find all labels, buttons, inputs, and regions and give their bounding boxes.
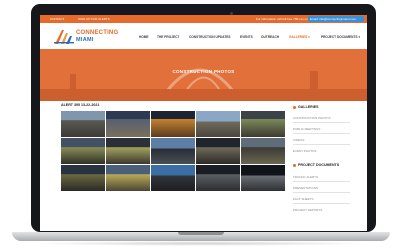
gallery-photo[interactable] xyxy=(61,138,105,164)
nav-the-project[interactable]: THE PROJECT xyxy=(157,35,179,39)
connecting-miami-logo[interactable]: CONNECTING MIAMI xyxy=(54,28,118,45)
gallery-photo[interactable] xyxy=(151,165,195,191)
nav-events[interactable]: EVENTS xyxy=(240,35,253,39)
divider xyxy=(293,203,350,204)
nav-galleries[interactable]: GALLERIES▾ xyxy=(289,35,310,39)
divider xyxy=(293,144,350,145)
nav-outreach[interactable]: OUTREACH xyxy=(261,35,279,39)
laptop-notch xyxy=(178,232,224,235)
gallery-photo[interactable] xyxy=(106,111,150,137)
email-link[interactable]: Email: info@connectingmiami.com xyxy=(308,16,364,22)
gallery-photo[interactable] xyxy=(106,165,150,191)
hero-bridge-image xyxy=(40,68,367,101)
gallery-photo[interactable] xyxy=(241,165,285,191)
bridge-logo-icon xyxy=(54,30,74,44)
gallery-photo[interactable] xyxy=(151,111,195,137)
galleries-heading: GALLERIES xyxy=(293,105,319,109)
nav-home[interactable]: HOME xyxy=(139,35,149,39)
browser-screen: CONTACT SIGN UP FOR ALERTS For informati… xyxy=(40,15,367,231)
divider xyxy=(293,192,350,193)
nav-project-documents-label: PROJECT DOCUMENTS xyxy=(321,35,358,39)
logo-text-top: CONNECTING xyxy=(76,30,119,36)
gallery-photo[interactable] xyxy=(61,165,105,191)
sidebar-link-construction-photos[interactable]: CONSTRUCTION PHOTOS xyxy=(293,116,331,120)
sidebar-link-project-reports[interactable]: PROJECT REPORTS xyxy=(293,208,322,212)
gallery-photo[interactable] xyxy=(196,138,240,164)
nav-galleries-label: GALLERIES xyxy=(289,35,308,39)
sidebar-link-presentations[interactable]: PRESENTATIONS xyxy=(293,186,318,190)
divider xyxy=(293,133,350,134)
hero-banner: CONSTRUCTION PHOTOS xyxy=(40,49,367,101)
sign-up-alerts-link[interactable]: SIGN UP FOR ALERTS xyxy=(78,16,110,22)
top-utility-bar: CONTACT SIGN UP FOR ALERTS For informati… xyxy=(40,15,367,23)
bullet-icon xyxy=(293,163,296,167)
laptop-shadow xyxy=(28,241,374,246)
project-documents-heading-label: PROJECT DOCUMENTS xyxy=(298,163,340,167)
contact-link[interactable]: CONTACT xyxy=(50,16,64,22)
project-documents-heading: PROJECT DOCUMENTS xyxy=(293,163,339,167)
divider xyxy=(293,181,350,182)
gallery-photo[interactable] xyxy=(151,138,195,164)
photo-gallery-grid xyxy=(61,111,285,193)
gallery-photo[interactable] xyxy=(241,138,285,164)
sidebar-link-event-photos[interactable]: EVENT PHOTOS xyxy=(293,149,316,153)
logo-text-bottom: MIAMI xyxy=(76,37,94,43)
divider xyxy=(293,122,350,123)
sidebar-link-traffic-alerts[interactable]: TRAFFIC ALERTS xyxy=(293,175,318,179)
gallery-photo[interactable] xyxy=(61,111,105,137)
nav-construction-updates[interactable]: CONSTRUCTION UPDATES xyxy=(189,35,231,39)
bullet-icon xyxy=(293,105,296,109)
email-link-label: Email: info@connectingmiami.com xyxy=(310,17,357,21)
gallery-photo[interactable] xyxy=(196,165,240,191)
site-header: CONNECTING MIAMI HOME THE PROJECT CONSTR… xyxy=(40,23,367,49)
gallery-photo[interactable] xyxy=(106,138,150,164)
gallery-photo[interactable] xyxy=(241,111,285,137)
phone-info-text: For information call toll-free 786-xxx-x… xyxy=(256,17,311,21)
nav-project-documents[interactable]: PROJECT DOCUMENTS▾ xyxy=(321,35,360,39)
chevron-down-icon: ▾ xyxy=(358,35,360,39)
gallery-photo[interactable] xyxy=(196,111,240,137)
chevron-down-icon: ▾ xyxy=(308,35,310,39)
sidebar-link-fact-sheets[interactable]: FACT SHEETS xyxy=(293,197,313,201)
sidebar-link-videos[interactable]: VIDEOS xyxy=(293,138,304,142)
galleries-heading-label: GALLERIES xyxy=(298,105,319,109)
page-title: CONSTRUCTION PHOTOS xyxy=(172,69,235,74)
sidebar-link-public-meetings[interactable]: PUBLIC MEETINGS xyxy=(293,127,320,131)
alert-title: ALERT 395 13-22-2021 xyxy=(61,103,100,107)
